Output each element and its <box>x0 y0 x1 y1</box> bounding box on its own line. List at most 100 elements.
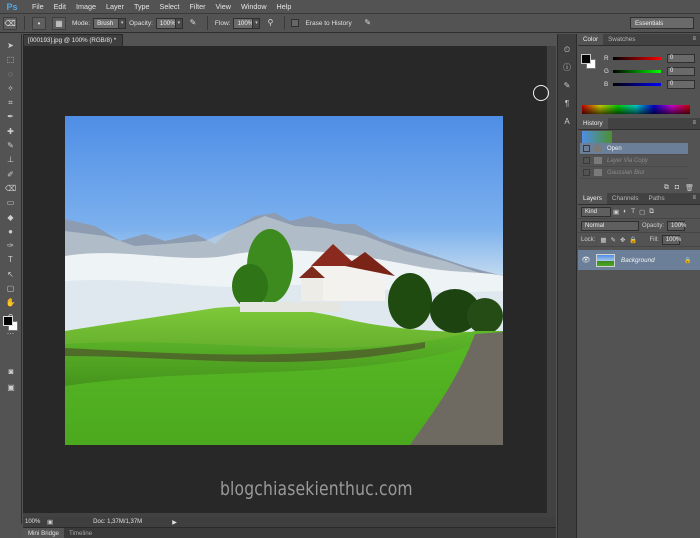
panel-menu-icon[interactable]: ≡ <box>692 118 696 129</box>
menu-window[interactable]: Window <box>236 2 272 11</box>
foreground-color-swatch[interactable] <box>3 316 13 326</box>
history-snapshot-thumbnail[interactable] <box>582 131 612 143</box>
type-filter-icon[interactable]: T <box>631 208 635 215</box>
layer-opacity-field[interactable]: 100% <box>667 220 686 231</box>
brush-presets-icon[interactable]: ✎ <box>561 80 574 92</box>
pixel-filter-icon[interactable]: ▣ <box>613 208 619 216</box>
smart-object-filter-icon[interactable]: ⧉ <box>649 208 654 216</box>
red-value[interactable]: 0 <box>667 53 695 63</box>
opacity-field[interactable]: 100% <box>155 17 176 29</box>
new-snapshot-icon[interactable]: ◘ <box>675 184 679 192</box>
green-slider[interactable] <box>613 69 661 73</box>
workspace-switcher[interactable]: Essentials <box>630 17 694 29</box>
dodge-tool-icon[interactable]: ● <box>3 226 19 238</box>
zoom-level[interactable]: 100% <box>25 519 45 525</box>
lock-pixels-icon[interactable]: ✎ <box>611 236 616 244</box>
layer-kind-filter[interactable]: Kind <box>581 206 611 217</box>
shape-filter-icon[interactable]: ▢ <box>639 208 645 216</box>
lasso-tool-icon[interactable]: ◌ <box>3 69 19 81</box>
menu-layer[interactable]: Layer <box>101 2 129 11</box>
opacity-dropdown-icon[interactable]: ▾ <box>174 17 183 29</box>
tab-swatches[interactable]: Swatches <box>603 34 640 45</box>
quick-mask-icon[interactable]: ◙ <box>3 366 19 378</box>
red-slider[interactable] <box>613 56 661 60</box>
vertical-scrollbar[interactable] <box>546 46 556 513</box>
eyedropper-tool-icon[interactable]: ✒ <box>3 111 19 123</box>
menu-file[interactable]: File <box>27 2 49 11</box>
eraser-tool-icon[interactable]: ⌫ <box>3 183 19 195</box>
menu-type[interactable]: Type <box>129 2 155 11</box>
delete-state-icon[interactable]: 🗑 <box>685 184 694 192</box>
blend-mode-select[interactable]: Normal <box>581 220 639 231</box>
panel-menu-icon[interactable]: ≡ <box>692 34 696 45</box>
tab-channels[interactable]: Channels <box>607 193 644 204</box>
mode-select[interactable]: Brush <box>93 17 120 29</box>
crop-tool-icon[interactable]: ⌗ <box>3 97 19 109</box>
healing-brush-tool-icon[interactable]: ✚ <box>3 126 19 138</box>
panel-menu-icon[interactable]: ≡ <box>692 193 696 204</box>
brush-panel-icon[interactable]: ▦ <box>52 16 66 30</box>
flow-dropdown-icon[interactable]: ▾ <box>252 17 261 29</box>
landscape-image[interactable] <box>65 116 503 445</box>
tab-layers[interactable]: Layers <box>578 193 607 204</box>
blue-slider[interactable] <box>613 82 661 86</box>
quick-selection-tool-icon[interactable]: ✧ <box>3 83 19 95</box>
brush-tool-icon[interactable]: ✎ <box>3 140 19 152</box>
move-tool-icon[interactable]: ➤ <box>3 40 19 52</box>
green-value[interactable]: 0 <box>667 66 695 76</box>
tab-mini-bridge[interactable]: Mini Bridge <box>23 527 64 538</box>
marquee-tool-icon[interactable]: ⬚ <box>3 54 19 66</box>
brush-size-icon[interactable]: • <box>32 16 46 30</box>
pressure-opacity-icon[interactable]: ✎ <box>186 17 200 30</box>
adjustment-filter-icon[interactable]: ◐ <box>623 208 627 215</box>
history-brush-source-box[interactable] <box>583 169 590 176</box>
status-preview-icon[interactable]: ▣ <box>47 518 53 526</box>
lock-transparent-icon[interactable]: ▦ <box>600 236 606 244</box>
rectangle-tool-icon[interactable]: ▢ <box>3 283 19 295</box>
status-menu-arrow-icon[interactable]: ▶ <box>172 519 177 526</box>
pressure-size-icon[interactable]: ✎ <box>361 17 375 30</box>
menu-view[interactable]: View <box>211 2 236 11</box>
airbrush-icon[interactable]: ⚲ <box>263 17 277 30</box>
history-brush-source-box[interactable] <box>583 145 590 152</box>
menu-help[interactable]: Help <box>272 2 297 11</box>
visibility-eye-icon[interactable]: 👁 <box>580 256 592 264</box>
fill-field[interactable]: 100% <box>661 234 681 245</box>
erase-history-checkbox[interactable] <box>291 19 300 27</box>
gradient-tool-icon[interactable]: ▭ <box>3 197 19 209</box>
properties-panel-icon[interactable]: ⓘ <box>561 62 574 74</box>
tab-color[interactable]: Color <box>578 34 604 45</box>
history-step[interactable]: Open <box>580 143 688 155</box>
layer-row-background[interactable]: 👁 Background 🔒 <box>578 250 700 270</box>
history-step[interactable]: Gaussian Blur <box>580 167 688 179</box>
menu-select[interactable]: Select <box>155 2 185 11</box>
menu-filter[interactable]: Filter <box>185 2 211 11</box>
history-panel-icon[interactable]: ⏲ <box>561 44 574 56</box>
lock-all-icon[interactable]: 🔒 <box>629 236 637 244</box>
type-tool-icon[interactable]: T <box>3 254 19 266</box>
menu-edit[interactable]: Edit <box>49 2 71 11</box>
hand-tool-icon[interactable]: ✋ <box>3 297 19 309</box>
history-brush-source-box[interactable] <box>583 157 590 164</box>
tab-paths[interactable]: Paths <box>644 193 670 204</box>
blue-value[interactable]: 0 <box>667 79 695 89</box>
clone-stamp-tool-icon[interactable]: ⊥ <box>3 154 19 166</box>
eraser-tool-preset-icon[interactable]: ⌫ <box>3 16 17 30</box>
panel-foreground-swatch[interactable] <box>581 54 591 64</box>
tab-timeline[interactable]: Timeline <box>64 528 97 538</box>
tab-history[interactable]: History <box>578 118 608 129</box>
history-brush-tool-icon[interactable]: ✐ <box>3 169 19 181</box>
character-panel-icon[interactable]: A <box>561 116 574 128</box>
flow-field[interactable]: 100% <box>233 17 254 29</box>
lock-position-icon[interactable]: ✥ <box>620 236 625 244</box>
pen-tool-icon[interactable]: ✑ <box>3 240 19 252</box>
document-tab[interactable]: [000193].jpg @ 100% (RGB/8) * <box>23 34 123 46</box>
color-spectrum-ramp[interactable] <box>582 105 690 114</box>
history-step[interactable]: Layer Via Copy <box>580 155 688 167</box>
new-document-from-state-icon[interactable]: ⧉ <box>664 184 669 192</box>
paragraph-panel-icon[interactable]: ¶ <box>561 98 574 110</box>
path-selection-tool-icon[interactable]: ↖ <box>3 269 19 281</box>
menu-image[interactable]: Image <box>71 2 101 11</box>
mode-dropdown-icon[interactable]: ▾ <box>118 17 127 29</box>
blur-tool-icon[interactable]: ◆ <box>3 212 19 224</box>
